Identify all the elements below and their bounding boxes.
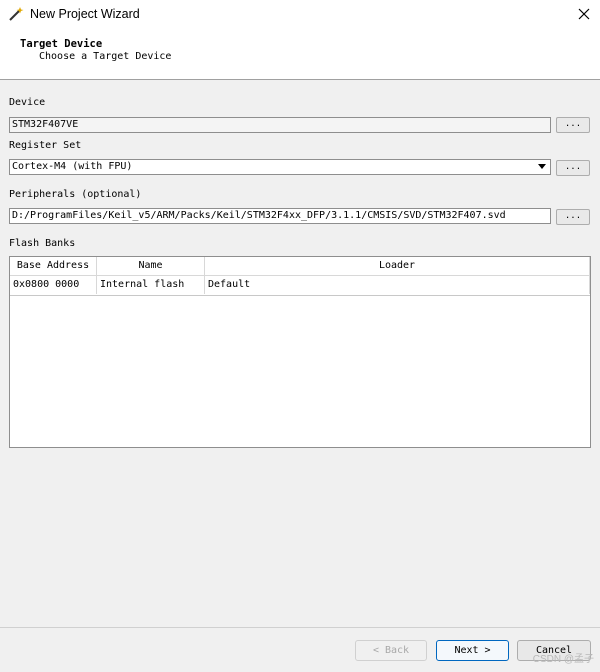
peripherals-label: Peripherals (optional) — [9, 189, 142, 200]
register-set-label: Register Set — [9, 140, 82, 151]
table-header: Base Address Name Loader — [10, 257, 590, 276]
title-bar: New Project Wizard — [0, 0, 600, 28]
cell-loader[interactable]: Default — [205, 276, 590, 294]
flash-banks-table: Base Address Name Loader 0x0800 0000 Int… — [9, 256, 591, 448]
cell-base-address[interactable]: 0x0800 0000 — [10, 276, 97, 294]
watermark: CSDN @孟子 — [532, 654, 594, 665]
column-header-name[interactable]: Name — [97, 257, 205, 275]
table-row[interactable]: 0x0800 0000 Internal flash Default — [10, 276, 590, 296]
column-header-loader[interactable]: Loader — [205, 257, 590, 275]
button-bar — [0, 627, 600, 672]
wizard-header: Target Device Choose a Target Device — [0, 28, 600, 80]
flash-banks-label: Flash Banks — [9, 238, 76, 249]
back-button[interactable]: < Back — [355, 640, 427, 661]
peripherals-browse-button[interactable]: ... — [556, 209, 590, 225]
register-set-select[interactable]: Cortex-M4 (with FPU) — [9, 159, 551, 175]
window-title: New Project Wizard — [30, 7, 140, 21]
column-header-base-address[interactable]: Base Address — [10, 257, 97, 275]
close-icon — [578, 8, 590, 20]
page-subtitle: Choose a Target Device — [39, 51, 172, 62]
cell-name[interactable]: Internal flash — [97, 276, 205, 294]
peripherals-field[interactable]: D:/ProgramFiles/Keil_v5/ARM/Packs/Keil/S… — [9, 208, 551, 224]
next-button[interactable]: Next > — [436, 640, 509, 661]
device-browse-button[interactable]: ... — [556, 117, 590, 133]
device-field[interactable]: STM32F407VE — [9, 117, 551, 133]
close-button[interactable] — [576, 6, 592, 22]
device-label: Device — [9, 97, 46, 108]
wizard-wand-icon — [9, 7, 24, 21]
page-title: Target Device — [20, 38, 103, 50]
register-set-browse-button[interactable]: ... — [556, 160, 590, 176]
register-set-value: Cortex-M4 (with FPU) — [12, 161, 133, 172]
dropdown-arrow-icon[interactable] — [538, 164, 546, 169]
